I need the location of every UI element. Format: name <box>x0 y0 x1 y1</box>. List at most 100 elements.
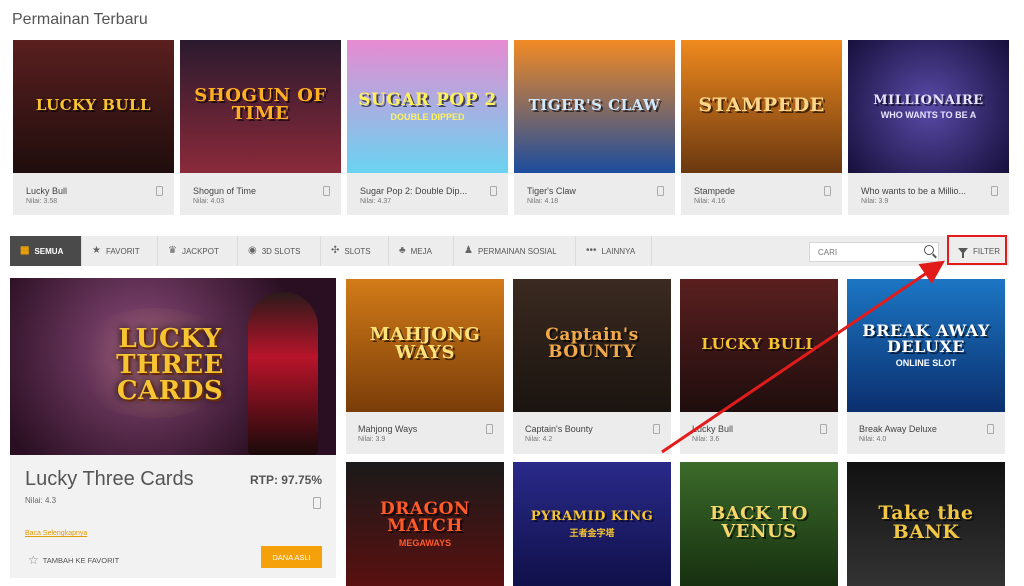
game-card[interactable]: Captain's BOUNTY Captain's Bounty Nilai:… <box>513 279 671 454</box>
featured-game-rtp: RTP: 97.75% <box>249 473 322 487</box>
search-input[interactable] <box>809 242 939 262</box>
game-art-subtitle: MEGAWAYS <box>398 537 452 548</box>
game-card[interactable]: LUCKY BULL Lucky Bull Nilai: 3.6 <box>680 279 838 454</box>
jackpot-icon: ♛ <box>168 245 177 256</box>
game-rating: Nilai: 4.18 <box>527 198 559 205</box>
tab-favorit[interactable]: ★ FAVORIT <box>82 236 158 266</box>
game-name: Break Away Deluxe <box>859 424 937 434</box>
tab-semua[interactable]: ▦ SEMUA <box>10 236 82 266</box>
new-game-card[interactable]: SHOGUN OF TIME Shogun of Time Nilai: 4.0… <box>180 40 341 215</box>
game-name: Lucky Bull <box>26 186 68 196</box>
search-icon[interactable] <box>924 245 934 255</box>
game-card[interactable]: PYRAMID KING 王者金字塔 <box>513 462 671 586</box>
game-name: Who wants to be a Millio... <box>861 186 967 196</box>
star-icon: ☆ <box>28 553 39 567</box>
game-art-text: PYRAMID KING <box>530 508 654 524</box>
tab-label: FAVORIT <box>105 246 140 256</box>
play-real-money-button[interactable]: DANA ASLI <box>261 546 322 568</box>
favorit-icon: ★ <box>92 245 101 256</box>
game-art-text: LUCKY BULL <box>701 334 817 353</box>
game-info: Break Away Deluxe Nilai: 4.0 <box>859 424 977 443</box>
game-card[interactable]: DRAGON MATCH MEGAWAYS <box>346 462 504 586</box>
game-art-text: BREAK AWAY DELUXE <box>862 321 990 356</box>
game-art-text: MILLIONAIRE <box>873 92 984 108</box>
tab-label: 3D SLOTS <box>261 246 301 256</box>
game-art-subtitle: WHO WANTS TO BE A <box>880 109 977 120</box>
game-art-title: BREAK AWAY DELUXE ONLINE SLOT <box>847 321 1005 369</box>
new-game-card[interactable]: LUCKY BULL Lucky Bull Nilai: 3.58 <box>13 40 174 215</box>
game-card[interactable]: BREAK AWAY DELUXE ONLINE SLOT Break Away… <box>847 279 1005 454</box>
mobile-icon <box>486 424 493 434</box>
game-card[interactable]: BACK TO VENUS <box>680 462 838 586</box>
game-info: Lucky Bull Nilai: 3.6 <box>692 424 810 443</box>
game-art-title: LUCKY BULL <box>695 334 822 355</box>
game-art-title: DRAGON MATCH MEGAWAYS <box>346 500 504 548</box>
game-grid: MAHJONG WAYS Mahjong Ways Nilai: 3.9 Cap… <box>346 279 1005 586</box>
game-name: Sugar Pop 2: Double Dip... <box>360 186 468 196</box>
mobile-icon <box>156 186 163 196</box>
new-game-card[interactable]: STAMPEDE Stampede Nilai: 4.16 <box>681 40 842 215</box>
tab-meja[interactable]: ♣ MEJA <box>389 236 454 266</box>
game-thumbnail[interactable]: Take the BANK <box>847 462 1005 586</box>
tab-lainnya[interactable]: ••• LAINNYA <box>576 236 652 266</box>
game-name: Mahjong Ways <box>358 424 418 434</box>
add-to-favorite-button[interactable]: ☆ TAMBAH KE FAVORIT <box>28 554 119 566</box>
game-rating: Nilai: 4.16 <box>694 198 726 205</box>
game-thumbnail[interactable]: PYRAMID KING 王者金字塔 <box>513 462 671 586</box>
tab-label: MEJA <box>410 246 432 256</box>
featured-game-thumbnail[interactable]: LUCKY THREE CARDS <box>10 278 336 455</box>
game-name: Captain's Bounty <box>525 424 593 434</box>
new-game-card[interactable]: MILLIONAIRE WHO WANTS TO BE A Who wants … <box>848 40 1009 215</box>
tab-label: SLOTS <box>344 246 371 256</box>
game-art-title: Take the BANK <box>847 503 1005 545</box>
mobile-icon <box>490 186 497 196</box>
game-thumbnail[interactable]: MAHJONG WAYS <box>346 279 504 412</box>
game-thumbnail[interactable]: SHOGUN OF TIME <box>180 40 341 173</box>
featured-game-name: Lucky Three Cards <box>25 468 194 490</box>
tab-3d-slots[interactable]: ◉ 3D SLOTS <box>238 236 321 266</box>
game-thumbnail[interactable]: BREAK AWAY DELUXE ONLINE SLOT <box>847 279 1005 412</box>
featured-game-rating: Nilai: 4.3 <box>25 496 57 505</box>
game-art-title: MILLIONAIRE WHO WANTS TO BE A <box>867 94 989 120</box>
game-thumbnail[interactable]: TIGER'S CLAW <box>514 40 675 173</box>
game-thumbnail[interactable]: BACK TO VENUS <box>680 462 838 586</box>
game-card[interactable]: Take the BANK <box>847 462 1005 586</box>
lainnya-icon: ••• <box>586 245 597 256</box>
game-rating: Nilai: 4.2 <box>525 436 553 443</box>
game-art-title: SUGAR POP 2 DOUBLE DIPPED <box>352 91 502 122</box>
game-rating: Nilai: 4.0 <box>859 436 887 443</box>
meja-icon: ♣ <box>399 245 406 256</box>
tab-jackpot[interactable]: ♛ JACKPOT <box>158 236 238 266</box>
mobile-icon <box>987 424 994 434</box>
game-info: Lucky Bull Nilai: 3.58 <box>26 186 146 205</box>
new-game-card[interactable]: SUGAR POP 2 DOUBLE DIPPED Sugar Pop 2: D… <box>347 40 508 215</box>
game-info: Stampede Nilai: 4.16 <box>694 186 814 205</box>
game-art-subtitle: ONLINE SLOT <box>895 358 957 368</box>
featured-game-character <box>248 292 318 455</box>
game-thumbnail[interactable]: STAMPEDE <box>681 40 842 173</box>
game-rating: Nilai: 3.6 <box>692 436 720 443</box>
section-title: Permainan Terbaru <box>12 11 148 28</box>
new-game-card[interactable]: TIGER'S CLAW Tiger's Claw Nilai: 4.18 <box>514 40 675 215</box>
read-more-link[interactable]: Baca Selengkapnya <box>25 530 87 537</box>
game-card[interactable]: MAHJONG WAYS Mahjong Ways Nilai: 3.9 <box>346 279 504 454</box>
game-art-text: Captain's BOUNTY <box>545 325 639 362</box>
game-thumbnail[interactable]: LUCKY BULL <box>13 40 174 173</box>
game-thumbnail[interactable]: DRAGON MATCH MEGAWAYS <box>346 462 504 586</box>
game-art-text: MAHJONG WAYS <box>369 324 481 363</box>
tab-label: PERMAINAN SOSIAL <box>477 246 557 256</box>
tab-permainan-sosial[interactable]: ♟ PERMAINAN SOSIAL <box>454 236 576 266</box>
game-thumbnail[interactable]: MILLIONAIRE WHO WANTS TO BE A <box>848 40 1009 173</box>
featured-game-panel: LUCKY THREE CARDS Lucky Three Cards RTP:… <box>10 278 336 578</box>
game-art-title: BACK TO VENUS <box>680 504 838 544</box>
tab-slots[interactable]: ✣ SLOTS <box>321 236 389 266</box>
mobile-icon <box>991 186 998 196</box>
game-thumbnail[interactable]: LUCKY BULL <box>680 279 838 412</box>
mobile-icon <box>313 497 321 509</box>
game-thumbnail[interactable]: Captain's BOUNTY <box>513 279 671 412</box>
add-to-favorite-label: TAMBAH KE FAVORIT <box>42 555 120 565</box>
game-thumbnail[interactable]: SUGAR POP 2 DOUBLE DIPPED <box>347 40 508 173</box>
tab-label: LAINNYA <box>601 246 636 256</box>
game-info: Shogun of Time Nilai: 4.03 <box>193 186 313 205</box>
featured-game-art-title: LUCKY THREE CARDS <box>116 324 224 406</box>
